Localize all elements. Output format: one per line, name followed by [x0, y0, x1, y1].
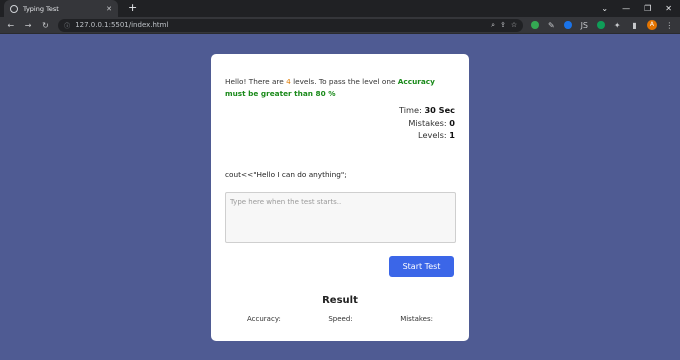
intro-text: Hello! There are 4 levels. To pass the l…: [225, 76, 455, 100]
stats-panel: Time: 30 Sec Mistakes: 0 Levels: 1: [225, 104, 455, 142]
new-tab-icon[interactable]: +: [128, 1, 137, 15]
reload-icon[interactable]: ↻: [41, 21, 50, 30]
window-controls: ⌄ — ❐ ✕: [601, 0, 672, 17]
browser-toolbar: ← → ↻ ⓘ 127.0.0.1:5501/index.html ⌕ ⇪ ☆ …: [0, 17, 680, 34]
extension-pen-icon[interactable]: ✎: [547, 21, 556, 30]
address-bar[interactable]: ⓘ 127.0.0.1:5501/index.html ⌕ ⇪ ☆: [58, 18, 524, 32]
mistakes-value: 0: [449, 117, 455, 128]
result-mistakes-label: Mistakes:: [400, 314, 433, 323]
extension-js-icon[interactable]: JS: [580, 21, 589, 30]
zoom-icon[interactable]: ⌕: [491, 21, 495, 30]
test-prompt-text: cout<<"Hello I can do anything";: [225, 169, 347, 179]
result-speed-label: Speed:: [328, 314, 353, 323]
browser-tab[interactable]: Typing Test ✕: [4, 0, 118, 17]
result-heading: Result: [322, 294, 358, 306]
tab-favicon-icon: [10, 4, 18, 13]
levels-value: 1: [449, 130, 455, 140]
time-value: 30 Sec: [424, 105, 455, 115]
tab-search-icon[interactable]: ⌄: [601, 4, 608, 13]
restore-icon[interactable]: ❐: [644, 4, 651, 13]
mistakes-stat: Mistakes: 0: [408, 117, 455, 128]
intro-pre: Hello! There are: [225, 77, 287, 86]
close-window-icon[interactable]: ✕: [665, 4, 672, 13]
start-test-button[interactable]: Start Test: [389, 255, 454, 277]
info-icon[interactable]: ⓘ: [64, 21, 70, 30]
url-text[interactable]: 127.0.0.1:5501/index.html: [75, 21, 486, 29]
share-icon[interactable]: ⇪: [500, 21, 506, 29]
minimize-icon[interactable]: —: [622, 4, 630, 13]
intro-mid: levels. To pass the level one: [290, 77, 398, 86]
extension-green-badge-icon[interactable]: [596, 21, 605, 29]
levels-stat: Levels: 1: [418, 130, 455, 140]
menu-kebab-icon[interactable]: ⋮: [665, 21, 674, 30]
tab-title: Typing Test: [23, 4, 59, 13]
profile-avatar[interactable]: A: [647, 20, 657, 30]
page-viewport: Hello! There are 4 levels. To pass the l…: [0, 34, 680, 359]
tab-close-icon[interactable]: ✕: [106, 5, 112, 13]
forward-icon[interactable]: →: [23, 21, 32, 30]
back-icon[interactable]: ←: [6, 21, 15, 30]
button-row: Start Test: [225, 255, 455, 277]
bookmark-star-icon[interactable]: ☆: [511, 21, 517, 29]
extensions-puzzle-icon[interactable]: ✦: [613, 21, 622, 30]
extension-blue-icon[interactable]: [564, 21, 572, 29]
typing-test-card: Hello! There are 4 levels. To pass the l…: [211, 54, 469, 341]
result-row: Accuracy: Speed: Mistakes:: [225, 315, 455, 323]
time-stat: Time: 30 Sec: [399, 105, 455, 115]
result-accuracy-label: Accuracy:: [247, 314, 281, 323]
browser-titlebar: Typing Test ✕ + ⌄ — ❐ ✕: [0, 0, 680, 17]
side-panel-icon[interactable]: ▮: [630, 21, 639, 30]
typing-input[interactable]: Type here when the test starts..: [225, 191, 456, 243]
extension-grammar-icon[interactable]: [531, 21, 539, 29]
